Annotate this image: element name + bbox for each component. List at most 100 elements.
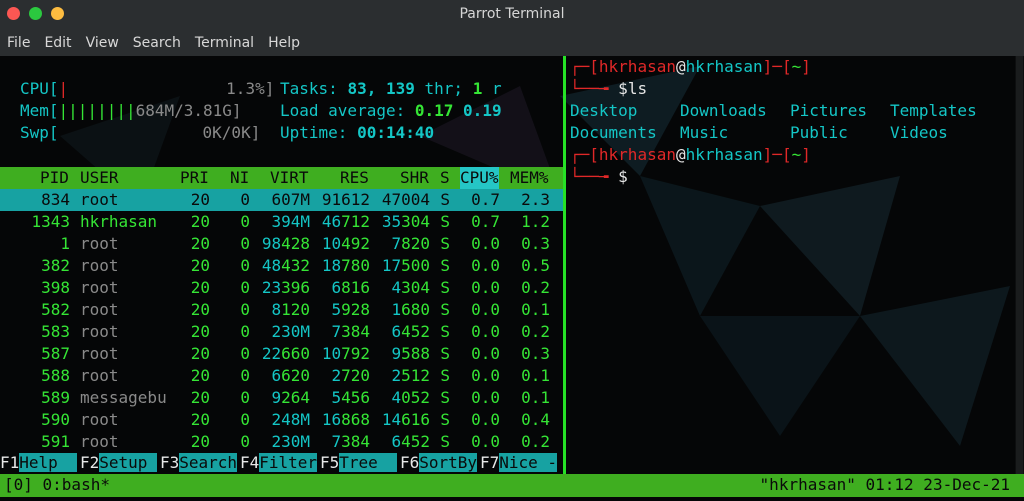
process-cell-virt: 607M	[271, 190, 310, 209]
menu-help[interactable]: Help	[261, 30, 307, 56]
f6-sortby-key[interactable]: F6SortBy	[400, 452, 478, 474]
process-cell-s: S	[440, 256, 450, 275]
process-cell-res: 7384	[331, 432, 370, 451]
process-cell-virt: 23396	[261, 278, 310, 297]
htop-pane[interactable]: CPU[| 1.3%] Mem[||||||||684M/3.81G] Swp[0…	[0, 56, 566, 474]
col-pri[interactable]: PRI	[180, 167, 209, 189]
col-user[interactable]: USER	[80, 167, 119, 189]
process-row[interactable]: 582 root 20 0 8120 5928 1680 S 0.0 0.1	[0, 299, 563, 321]
process-cell-user: root	[80, 234, 119, 253]
col-shr[interactable]: SHR	[400, 167, 429, 189]
process-cell-pid: 1343	[31, 212, 70, 231]
menu-search[interactable]: Search	[126, 30, 188, 56]
process-cell-cpu-pct: 0.0	[471, 388, 500, 407]
process-cell-s: S	[440, 212, 450, 231]
process-row[interactable]: 382 root 20 0 48432 18780 17500 S 0.0 0.5	[0, 255, 563, 277]
process-row[interactable]: 590 root 20 0 248M 16868 14616 S 0.0 0.4	[0, 409, 563, 431]
process-cell-pri: 20	[190, 366, 210, 385]
process-cell-s: S	[440, 388, 450, 407]
process-cell-virt: 230M	[271, 432, 310, 451]
process-cell-virt: 8120	[271, 300, 310, 319]
process-cell-cpu-pct: 0.0	[471, 234, 500, 253]
process-cell-user: root	[80, 256, 119, 275]
process-row[interactable]: 583 root 20 0 230M 7384 6452 S 0.0 0.2	[0, 321, 563, 343]
process-cell-pri: 20	[190, 256, 210, 275]
process-cell-mem-pct: 0.1	[521, 388, 550, 407]
process-cell-virt: 6620	[271, 366, 310, 385]
process-cell-cpu-pct: 0.0	[471, 344, 500, 363]
process-cell-cpu-pct: 0.0	[471, 410, 500, 429]
process-row[interactable]: 834 root 20 0 607M 91612 47004 S 0.7 2.3	[0, 189, 563, 211]
process-row[interactable]: 398 root 20 0 23396 6816 4304 S 0.0 0.2	[0, 277, 563, 299]
col-mem[interactable]: MEM%	[510, 167, 549, 189]
f3-search-key[interactable]: F3Search	[160, 452, 238, 474]
f7-nice-key[interactable]: F7Nice -	[480, 452, 558, 474]
process-row[interactable]: 1 root 20 0 98428 10492 7820 S 0.0 0.3	[0, 233, 563, 255]
process-cell-mem-pct: 0.1	[521, 366, 550, 385]
col-pid[interactable]: PID	[40, 167, 69, 189]
process-cell-res: 16868	[321, 410, 370, 429]
scrollbar-thumb[interactable]	[1016, 56, 1023, 474]
ls-output-row-2: Documents Music Public Videos	[570, 123, 948, 142]
col-virt[interactable]: VIRT	[270, 167, 309, 189]
process-cell-shr: 6452	[391, 322, 430, 341]
menu-terminal[interactable]: Terminal	[188, 30, 261, 56]
process-cell-s: S	[440, 344, 450, 363]
process-row[interactable]: 1343 hkrhasan 20 0 394M 46712 35304 S 0.7 1.2	[0, 211, 563, 233]
process-cell-pid: 591	[41, 432, 70, 451]
process-cell-user: root	[80, 190, 119, 209]
ls-output-row-1: Desktop Downloads Pictures Templates	[570, 101, 977, 120]
tmux-window-list[interactable]: [0] 0:bash*	[4, 474, 110, 496]
process-cell-shr: 14616	[381, 410, 430, 429]
process-cell-shr: 7820	[391, 234, 430, 253]
process-cell-pid: 583	[41, 322, 70, 341]
col-cpu[interactable]: CPU%	[460, 167, 499, 189]
f4-filter-key[interactable]: F4Filter	[240, 452, 318, 474]
process-cell-pri: 20	[190, 388, 210, 407]
tmux-status-bar: [0] 0:bash* "hkrhasan" 01:12 23-Dec-21	[0, 474, 1024, 497]
process-cell-mem-pct: 0.3	[521, 234, 550, 253]
process-cell-mem-pct: 0.3	[521, 344, 550, 363]
command-line-1: └──╼ $ls	[570, 79, 648, 98]
process-cell-s: S	[440, 322, 450, 341]
process-cell-cpu-pct: 0.0	[471, 366, 500, 385]
process-cell-pri: 20	[190, 432, 210, 451]
process-cell-ni: 0	[240, 278, 250, 297]
menu-file[interactable]: File	[0, 30, 37, 56]
prompt-line-2: ┌─[hkrhasan@hkrhasan]─[~]	[570, 145, 811, 164]
terminal-area[interactable]: CPU[| 1.3%] Mem[||||||||684M/3.81G] Swp[0…	[0, 56, 1024, 501]
col-res[interactable]: RES	[340, 167, 369, 189]
process-cell-res: 6816	[331, 278, 370, 297]
terminal-scrollbar[interactable]	[1015, 56, 1024, 474]
process-cell-s: S	[440, 300, 450, 319]
process-cell-pid: 590	[41, 410, 70, 429]
process-cell-res: 2720	[331, 366, 370, 385]
process-row[interactable]: 589 messagebu 20 0 9264 5456 4052 S 0.0 0.1	[0, 387, 563, 409]
mem-meter: Mem[||||||||684M/3.81G]	[20, 101, 242, 120]
process-row[interactable]: 591 root 20 0 230M 7384 6452 S 0.0 0.2	[0, 431, 563, 453]
process-row[interactable]: 587 root 20 0 22660 10792 9588 S 0.0 0.3	[0, 343, 563, 365]
f1-help-key[interactable]: F1Help	[0, 452, 78, 474]
f2-setup-key[interactable]: F2Setup	[80, 452, 158, 474]
process-cell-virt: 98428	[261, 234, 310, 253]
process-row[interactable]: 588 root 20 0 6620 2720 2512 S 0.0 0.1	[0, 365, 563, 387]
process-cell-mem-pct: 0.5	[521, 256, 550, 275]
title-bar: Parrot Terminal	[0, 0, 1024, 30]
menu-view[interactable]: View	[79, 30, 126, 56]
process-cell-ni: 0	[240, 190, 250, 209]
shell-pane[interactable]: ┌─[hkrhasan@hkrhasan]─[~] └──╼ $ls Deskt…	[566, 56, 1024, 474]
process-cell-pid: 382	[41, 256, 70, 275]
col-ni[interactable]: NI	[230, 167, 249, 189]
process-cell-virt: 48432	[261, 256, 310, 275]
menu-edit[interactable]: Edit	[37, 30, 78, 56]
f5-tree-key[interactable]: F5Tree	[320, 452, 398, 474]
process-cell-ni: 0	[240, 366, 250, 385]
process-cell-shr: 4052	[391, 388, 430, 407]
command-line-2[interactable]: └──╼ $	[570, 166, 628, 188]
process-cell-virt: 9264	[271, 388, 310, 407]
process-cell-ni: 0	[240, 300, 250, 319]
process-cell-pri: 20	[190, 300, 210, 319]
process-table-header[interactable]: PID USER PRI NI VIRT RES SHR S CPU% MEM%	[0, 167, 563, 189]
col-state[interactable]: S	[440, 167, 450, 189]
process-cell-cpu-pct: 0.7	[471, 212, 500, 231]
